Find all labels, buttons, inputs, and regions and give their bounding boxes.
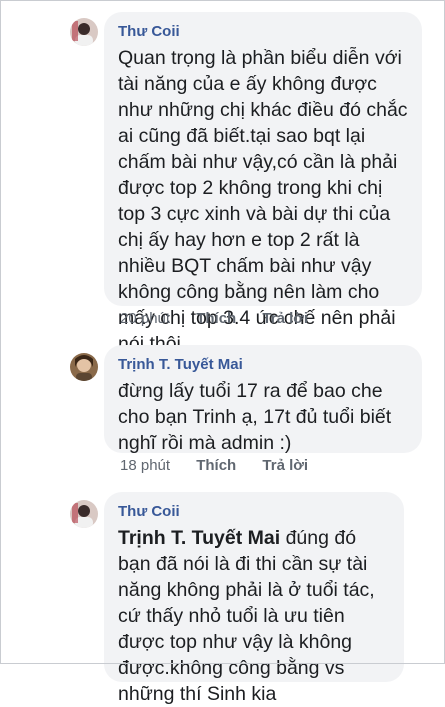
- comment-author[interactable]: Thư Coii: [118, 502, 390, 522]
- comment-timestamp[interactable]: 18 phút: [120, 456, 170, 476]
- comment-text: đừng lấy tuổi 17 ra để bao che cho bạn T…: [118, 378, 408, 456]
- reply-button[interactable]: Trả lời: [262, 456, 308, 476]
- avatar[interactable]: [70, 18, 98, 46]
- comment-timestamp[interactable]: 20 phút: [120, 309, 170, 329]
- avatar[interactable]: [70, 500, 98, 528]
- comment-text: Trịnh T. Tuyết Mai đúng đó bạn đã nói là…: [118, 525, 390, 707]
- comment-author[interactable]: Trịnh T. Tuyết Mai: [118, 355, 408, 375]
- comment-actions: 20 phút Thích Trả lời: [120, 309, 308, 329]
- comment-author[interactable]: Thư Coii: [118, 22, 408, 42]
- comment-bubble: Thư Coii Quan trọng là phần biểu diễn vớ…: [104, 12, 422, 355]
- comment-bubble: Trịnh T. Tuyết Mai đừng lấy tuổi 17 ra đ…: [104, 345, 422, 456]
- comment-body: đừng lấy tuổi 17 ra để bao che cho bạn T…: [118, 380, 392, 454]
- like-button[interactable]: Thích: [196, 309, 236, 329]
- reply-button[interactable]: Trả lời: [262, 309, 308, 329]
- like-button[interactable]: Thích: [196, 456, 236, 476]
- comment-body: đúng đó bạn đã nói là đi thi cần sự tài …: [118, 527, 375, 705]
- comment-bubble: Thư Coii Trịnh T. Tuyết Mai đúng đó bạn …: [104, 492, 404, 705]
- mention-link[interactable]: Trịnh T. Tuyết Mai: [118, 527, 280, 549]
- avatar[interactable]: [70, 353, 98, 381]
- comment-actions: 18 phút Thích Trả lời: [120, 456, 308, 476]
